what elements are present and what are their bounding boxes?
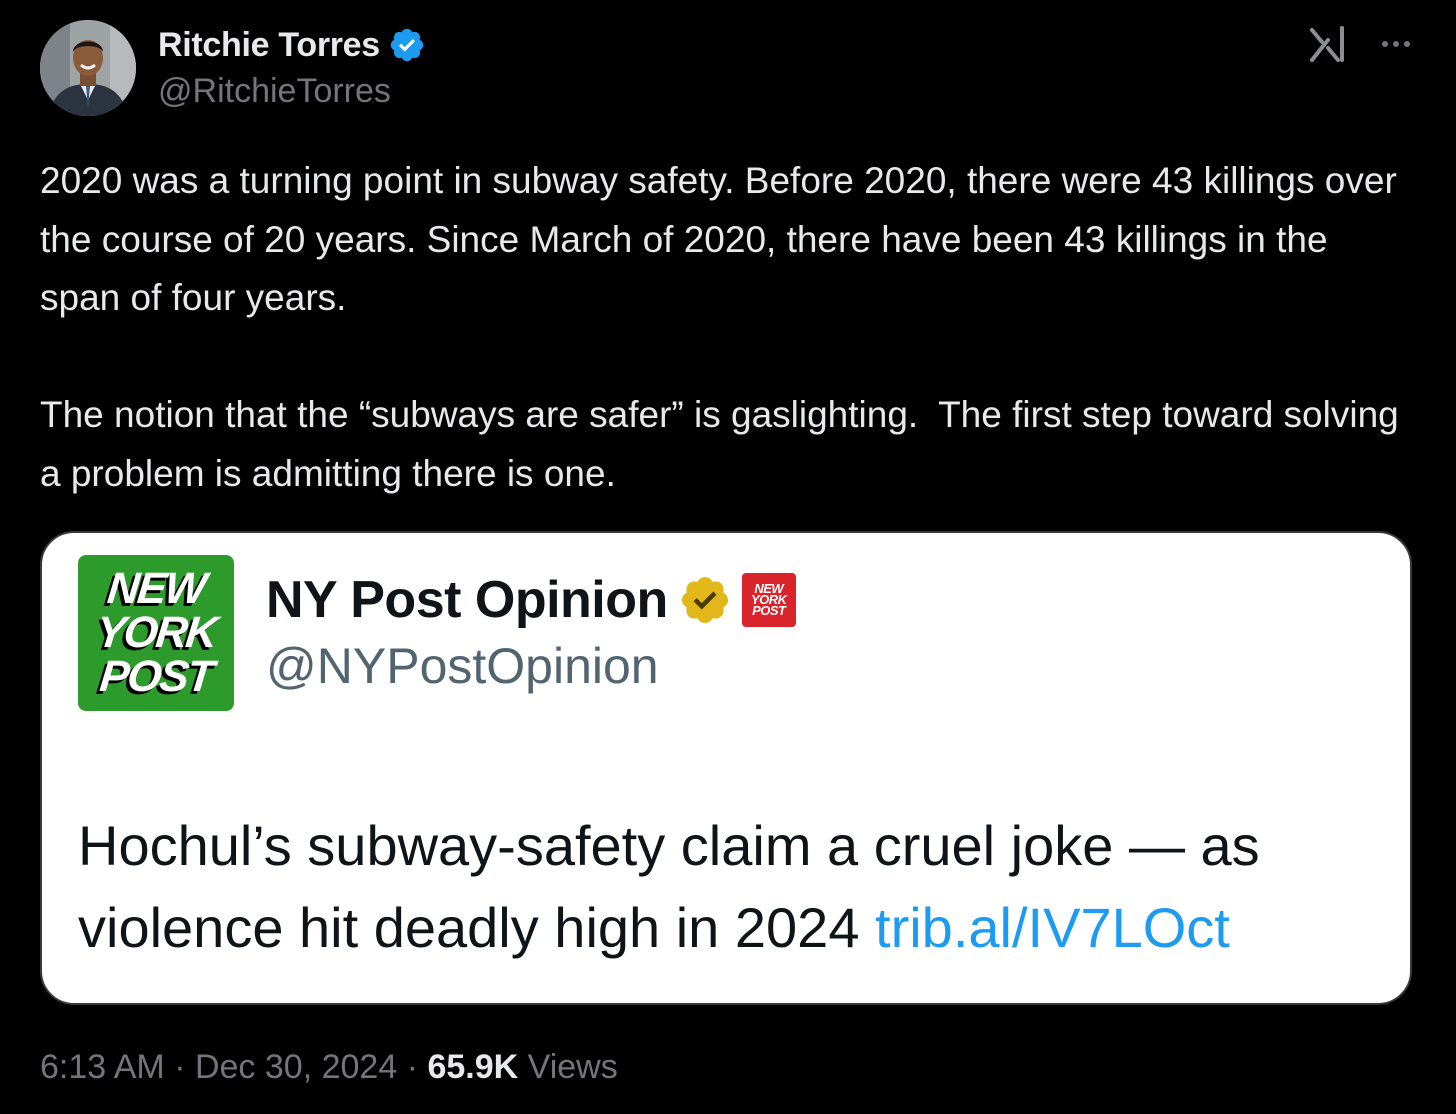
quoted-link[interactable]: trib.al/IV7LOct: [875, 896, 1230, 959]
tweet: Ritchie Torres @RitchieTorres 2020 was a…: [0, 0, 1456, 1114]
tweet-text: 2020 was a turning point in subway safet…: [40, 160, 1399, 494]
dot: [1393, 41, 1399, 47]
dot: [1382, 41, 1388, 47]
quoted-name-row: NY Post Opinion NEW YORK POST: [266, 569, 796, 631]
gold-verified-badge-icon[interactable]: [678, 573, 732, 627]
tweet-date[interactable]: Dec 30, 2024: [195, 1048, 397, 1087]
quoted-tweet-card[interactable]: NEW YORK POST NY Post Opinion NEW YORK P…: [40, 531, 1412, 1005]
author-name-row: Ritchie Torres: [158, 24, 426, 66]
logo-line-1: NEW: [105, 564, 207, 613]
ny-post-avatar[interactable]: NEW YORK POST: [78, 555, 234, 711]
meta-separator: ·: [397, 1048, 428, 1086]
views-count[interactable]: 65.9K: [427, 1048, 518, 1087]
author-name[interactable]: Ritchie Torres: [158, 26, 380, 65]
logo-line-2: YORK: [93, 608, 219, 657]
verified-badge-icon[interactable]: [388, 26, 426, 64]
author-avatar[interactable]: [40, 20, 136, 116]
grok-logo-icon[interactable]: [1308, 26, 1348, 62]
affiliate-line-3: POST: [752, 603, 786, 618]
dot: [1404, 41, 1410, 47]
views-label[interactable]: Views: [518, 1048, 618, 1087]
affiliate-logo-icon[interactable]: NEW YORK POST: [741, 573, 796, 627]
tweet-time[interactable]: 6:13 AM: [40, 1048, 165, 1087]
avatar-image: [40, 20, 136, 116]
quoted-author-handle[interactable]: @NYPostOpinion: [266, 637, 659, 695]
meta-separator: ·: [164, 1048, 195, 1086]
tweet-meta: 6:13 AM · Dec 30, 2024 · 65.9K Views: [40, 1048, 618, 1087]
quoted-author-name[interactable]: NY Post Opinion: [266, 570, 668, 630]
quoted-tweet-text: Hochul’s subway-safety claim a cruel jok…: [78, 805, 1388, 969]
logo-line-3: POST: [97, 652, 215, 701]
author-handle[interactable]: @RitchieTorres: [158, 72, 391, 111]
more-options-icon[interactable]: [1376, 24, 1416, 64]
